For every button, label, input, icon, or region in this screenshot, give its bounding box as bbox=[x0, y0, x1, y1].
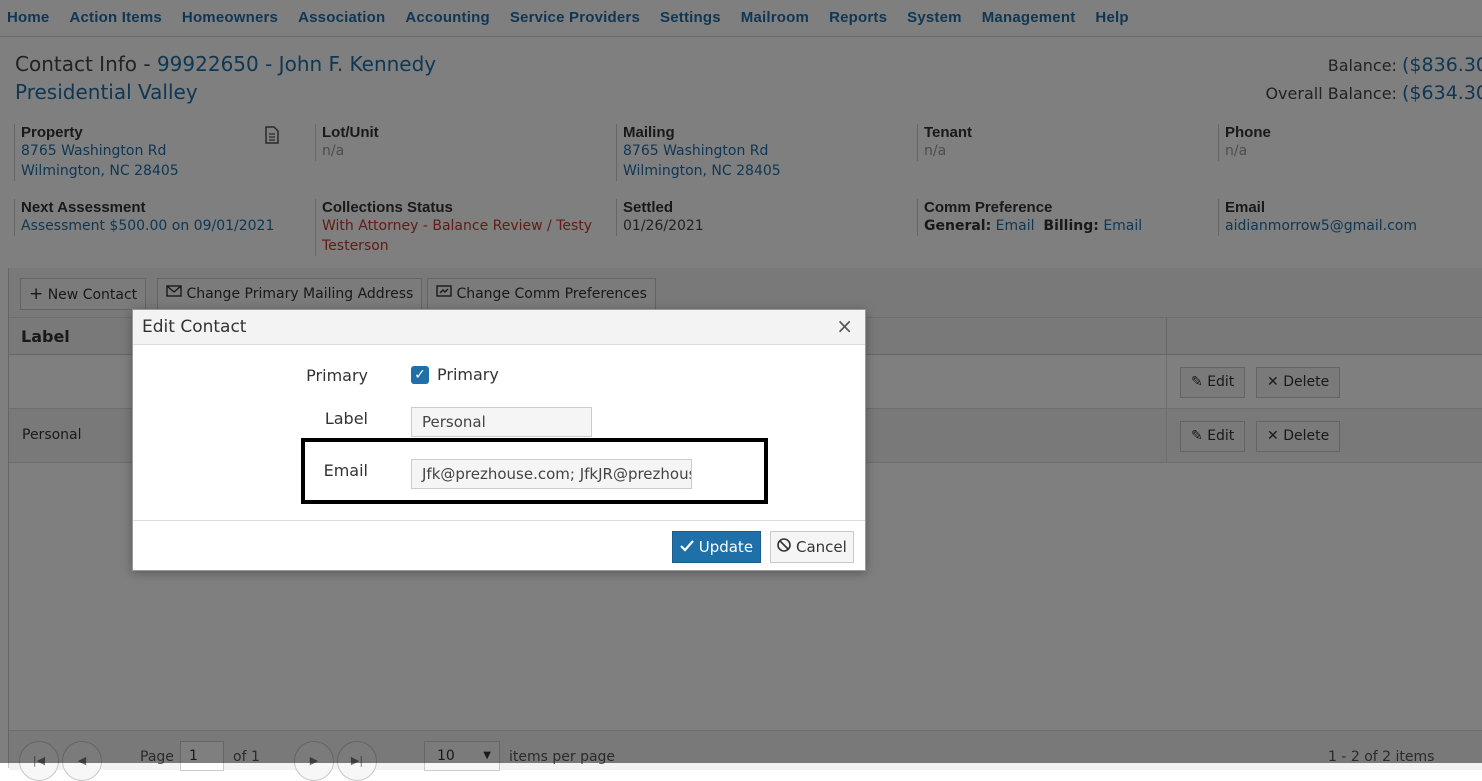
edit-contact-dialog: Edit Contact × Primary ✓ Primary Label P… bbox=[132, 309, 866, 571]
dialog-title: Edit Contact bbox=[142, 317, 247, 337]
primary-checkbox-label[interactable]: Primary bbox=[437, 365, 499, 384]
cancel-button[interactable]: Cancel bbox=[770, 531, 854, 563]
close-icon[interactable]: × bbox=[836, 316, 853, 336]
email-field-label: Email bbox=[323, 461, 368, 480]
update-button[interactable]: Update bbox=[672, 531, 761, 563]
check-icon bbox=[680, 538, 699, 556]
dialog-footer: Update Cancel bbox=[133, 520, 865, 571]
email-input[interactable]: Jfk@prezhouse.com; JfkJR@prezhouse bbox=[411, 459, 692, 489]
primary-checkbox[interactable]: ✓ bbox=[411, 366, 429, 384]
cancel-icon bbox=[777, 538, 796, 556]
label-field-label: Label bbox=[324, 409, 368, 428]
checkmark-icon: ✓ bbox=[414, 367, 426, 383]
cancel-label: Cancel bbox=[795, 538, 847, 556]
dialog-header: Edit Contact × bbox=[133, 310, 865, 345]
label-input[interactable]: Personal bbox=[411, 407, 592, 437]
primary-field-label: Primary bbox=[306, 366, 368, 385]
update-label: Update bbox=[698, 538, 754, 556]
